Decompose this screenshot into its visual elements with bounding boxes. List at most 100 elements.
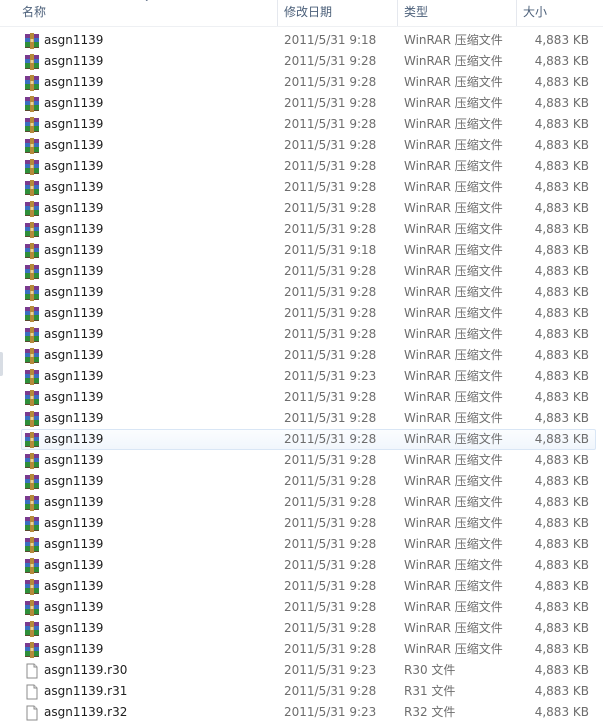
column-header-type[interactable]: 类型 <box>398 0 515 26</box>
file-modified-date: 2011/5/31 9:28 <box>284 327 377 341</box>
file-type: R30 文件 <box>404 663 456 677</box>
file-size: 4,883 KB <box>534 621 589 635</box>
file-name: asgn1139 <box>44 264 104 278</box>
file-row[interactable]: asgn1139 2011/5/31 9:28 WinRAR 压缩文件 4,883 K… <box>0 282 603 303</box>
file-row[interactable]: asgn1139 2011/5/31 9:28 WinRAR 压缩文件 4,883 K… <box>0 324 603 345</box>
file-name: asgn1139 <box>44 222 104 236</box>
file-row[interactable]: asgn1139 2011/5/31 9:28 WinRAR 压缩文件 4,883 K… <box>0 597 603 618</box>
file-row[interactable]: asgn1139 2011/5/31 9:28 WinRAR 压缩文件 4,883 K… <box>0 114 603 135</box>
file-row[interactable]: asgn1139 2011/5/31 9:18 WinRAR 压缩文件 4,883 K… <box>0 30 603 51</box>
file-row[interactable]: asgn1139 2011/5/31 9:28 WinRAR 压缩文件 4,883 K… <box>0 72 603 93</box>
column-header-size[interactable]: 大小 <box>517 0 603 26</box>
file-row[interactable]: asgn1139 2011/5/31 9:28 WinRAR 压缩文件 4,883 K… <box>0 408 603 429</box>
file-row[interactable]: asgn1139 2011/5/31 9:28 WinRAR 压缩文件 4,883 K… <box>0 639 603 660</box>
file-type: WinRAR 压缩文件 <box>404 264 503 278</box>
file-list: asgn1139 2011/5/31 9:18 WinRAR 压缩文件 4,883 K… <box>0 30 603 723</box>
file-size: 4,883 KB <box>534 453 589 467</box>
file-row[interactable]: asgn1139 2011/5/31 9:28 WinRAR 压缩文件 4,883 K… <box>0 471 603 492</box>
winrar-archive-icon <box>24 75 40 91</box>
file-name: asgn1139 <box>44 516 104 530</box>
winrar-archive-icon <box>24 558 40 574</box>
file-row[interactable]: asgn1139 2011/5/31 9:28 WinRAR 压缩文件 4,883 K… <box>0 534 603 555</box>
file-row[interactable]: asgn1139 2011/5/31 9:28 WinRAR 压缩文件 4,883 K… <box>0 135 603 156</box>
file-row[interactable]: asgn1139.r31 2011/5/31 9:28 R31 文件 4,883 KB <box>0 681 603 702</box>
file-name: asgn1139 <box>44 306 104 320</box>
file-name: asgn1139 <box>44 558 104 572</box>
file-size: 4,883 KB <box>534 705 589 719</box>
file-row[interactable]: asgn1139 2011/5/31 9:28 WinRAR 压缩文件 4,883 K… <box>0 555 603 576</box>
winrar-archive-icon <box>24 306 40 322</box>
file-row[interactable]: asgn1139 2011/5/31 9:28 WinRAR 压缩文件 4,883 K… <box>0 198 603 219</box>
file-row[interactable]: asgn1139 2011/5/31 9:28 WinRAR 压缩文件 4,883 K… <box>0 303 603 324</box>
file-row[interactable]: asgn1139 2011/5/31 9:28 WinRAR 压缩文件 4,883 K… <box>0 345 603 366</box>
file-modified-date: 2011/5/31 9:28 <box>284 537 377 551</box>
file-size: 4,883 KB <box>534 75 589 89</box>
file-modified-date: 2011/5/31 9:28 <box>284 222 377 236</box>
file-row[interactable]: asgn1139 2011/5/31 9:28 WinRAR 压缩文件 4,883 K… <box>0 387 603 408</box>
winrar-archive-icon <box>24 159 40 175</box>
file-type: WinRAR 压缩文件 <box>404 621 503 635</box>
file-modified-date: 2011/5/31 9:28 <box>284 600 377 614</box>
file-type: WinRAR 压缩文件 <box>404 96 503 110</box>
winrar-archive-icon <box>24 579 40 595</box>
file-modified-date: 2011/5/31 9:28 <box>284 180 377 194</box>
file-type: WinRAR 压缩文件 <box>404 495 503 509</box>
file-type: R32 文件 <box>404 705 456 719</box>
column-header-date[interactable]: 修改日期 <box>278 0 396 26</box>
file-type: WinRAR 压缩文件 <box>404 327 503 341</box>
file-modified-date: 2011/5/31 9:28 <box>284 75 377 89</box>
file-type: WinRAR 压缩文件 <box>404 285 503 299</box>
file-row[interactable]: asgn1139 2011/5/31 9:28 WinRAR 压缩文件 4,883 K… <box>0 450 603 471</box>
file-type: WinRAR 压缩文件 <box>404 579 503 593</box>
file-name: asgn1139 <box>44 621 104 635</box>
file-row[interactable]: asgn1139 2011/5/31 9:18 WinRAR 压缩文件 4,883 K… <box>0 240 603 261</box>
file-type: WinRAR 压缩文件 <box>404 642 503 656</box>
column-header-bar: 名称 ⌄ 修改日期 类型 大小 <box>0 0 603 27</box>
file-type: WinRAR 压缩文件 <box>404 117 503 131</box>
winrar-archive-icon <box>24 411 40 427</box>
file-modified-date: 2011/5/31 9:28 <box>284 348 377 362</box>
file-name: asgn1139 <box>44 579 104 593</box>
winrar-archive-icon <box>24 96 40 112</box>
file-name: asgn1139 <box>44 411 104 425</box>
file-type: WinRAR 压缩文件 <box>404 537 503 551</box>
file-name: asgn1139 <box>44 369 104 383</box>
file-row[interactable]: asgn1139 2011/5/31 9:28 WinRAR 压缩文件 4,883 K… <box>0 93 603 114</box>
file-row[interactable]: asgn1139 2011/5/31 9:28 WinRAR 压缩文件 4,883 K… <box>0 261 603 282</box>
file-row[interactable]: asgn1139.r32 2011/5/31 9:23 R32 文件 4,883 KB <box>0 702 603 723</box>
winrar-archive-icon <box>24 516 40 532</box>
file-row[interactable]: asgn1139 2011/5/31 9:28 WinRAR 压缩文件 4,883 K… <box>0 219 603 240</box>
file-row[interactable]: asgn1139 2011/5/31 9:23 WinRAR 压缩文件 4,883 K… <box>0 366 603 387</box>
file-row[interactable]: asgn1139.r30 2011/5/31 9:23 R30 文件 4,883 KB <box>0 660 603 681</box>
file-size: 4,883 KB <box>534 579 589 593</box>
file-modified-date: 2011/5/31 9:28 <box>284 306 377 320</box>
winrar-archive-icon <box>24 264 40 280</box>
file-type: WinRAR 压缩文件 <box>404 138 503 152</box>
file-size: 4,883 KB <box>534 516 589 530</box>
file-row[interactable]: asgn1139 2011/5/31 9:28 WinRAR 压缩文件 4,883 K… <box>0 492 603 513</box>
winrar-archive-icon <box>24 474 40 490</box>
winrar-archive-icon <box>24 600 40 616</box>
file-type: WinRAR 压缩文件 <box>404 201 503 215</box>
file-type: WinRAR 压缩文件 <box>404 243 503 257</box>
file-size: 4,883 KB <box>534 285 589 299</box>
file-modified-date: 2011/5/31 9:18 <box>284 33 377 47</box>
file-type: WinRAR 压缩文件 <box>404 390 503 404</box>
file-name: asgn1139 <box>44 159 104 173</box>
file-name: asgn1139 <box>44 390 104 404</box>
file-type: WinRAR 压缩文件 <box>404 222 503 236</box>
file-row[interactable]: asgn1139 2011/5/31 9:28 WinRAR 压缩文件 4,883 K… <box>0 177 603 198</box>
file-name: asgn1139 <box>44 453 104 467</box>
winrar-archive-icon <box>24 180 40 196</box>
file-row[interactable]: asgn1139 2011/5/31 9:28 WinRAR 压缩文件 4,883 K… <box>0 429 603 450</box>
file-row[interactable]: asgn1139 2011/5/31 9:28 WinRAR 压缩文件 4,883 K… <box>0 51 603 72</box>
file-type: WinRAR 压缩文件 <box>404 75 503 89</box>
file-row[interactable]: asgn1139 2011/5/31 9:28 WinRAR 压缩文件 4,883 K… <box>0 513 603 534</box>
file-size: 4,883 KB <box>534 369 589 383</box>
file-row[interactable]: asgn1139 2011/5/31 9:28 WinRAR 压缩文件 4,883 K… <box>0 576 603 597</box>
file-row[interactable]: asgn1139 2011/5/31 9:28 WinRAR 压缩文件 4,883 K… <box>0 618 603 639</box>
file-name: asgn1139 <box>44 432 104 446</box>
file-name: asgn1139 <box>44 474 104 488</box>
file-name: asgn1139 <box>44 201 104 215</box>
file-row[interactable]: asgn1139 2011/5/31 9:28 WinRAR 压缩文件 4,883 K… <box>0 156 603 177</box>
